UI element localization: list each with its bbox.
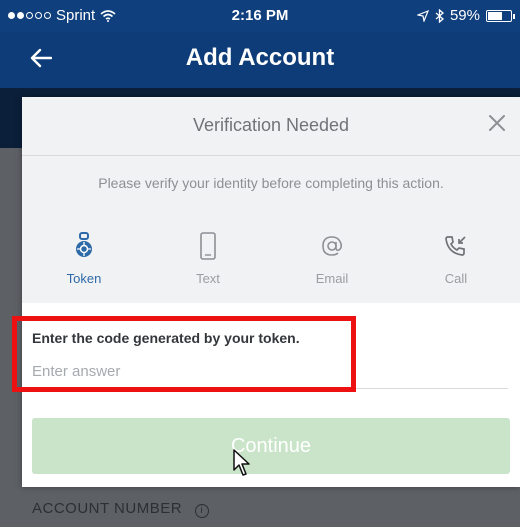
method-text-label: Text [196, 271, 220, 286]
token-icon [76, 232, 92, 257]
method-call-label: Call [444, 271, 468, 286]
modal-header: Verification Needed [22, 97, 520, 155]
status-right: 59% [416, 7, 515, 24]
verification-methods: Token Text Email Call [22, 229, 520, 299]
verification-modal: Verification Needed Please verify your i… [12, 97, 520, 487]
at-sign-icon [322, 236, 343, 256]
method-call[interactable]: Call [416, 229, 496, 299]
battery-percent: 59% [449, 7, 480, 24]
account-number-label: ACCOUNT NUMBER i [32, 500, 209, 518]
info-circle-icon[interactable]: i [194, 504, 209, 518]
close-icon [489, 115, 505, 131]
account-number-label-text: ACCOUNT NUMBER [32, 500, 183, 517]
location-arrow-icon [416, 9, 429, 22]
bluetooth-icon [435, 8, 444, 23]
battery-icon [486, 9, 515, 22]
method-email-label: Email [315, 271, 349, 286]
page-title: Add Account [185, 44, 335, 71]
modal-divider [22, 155, 520, 156]
modal-description: Please verify your identity before compl… [98, 175, 444, 191]
continue-button[interactable]: Continue [32, 418, 510, 474]
phone-call-icon [445, 236, 466, 256]
method-token-label: Token [66, 271, 102, 286]
modal-title: Verification Needed [192, 115, 350, 135]
phone-icon [200, 232, 216, 260]
status-bar: Sprint 2:16 PM 59% [0, 0, 520, 32]
method-text[interactable]: Text [168, 229, 248, 299]
code-field-label: Enter the code generated by your token. [32, 330, 300, 346]
close-button[interactable] [488, 109, 506, 137]
code-form: Enter the code generated by your token. … [12, 303, 520, 487]
method-email[interactable]: Email [292, 229, 372, 299]
code-input[interactable] [32, 355, 508, 389]
method-token[interactable]: Token [44, 229, 124, 299]
nav-bar: Add Account [0, 32, 520, 88]
